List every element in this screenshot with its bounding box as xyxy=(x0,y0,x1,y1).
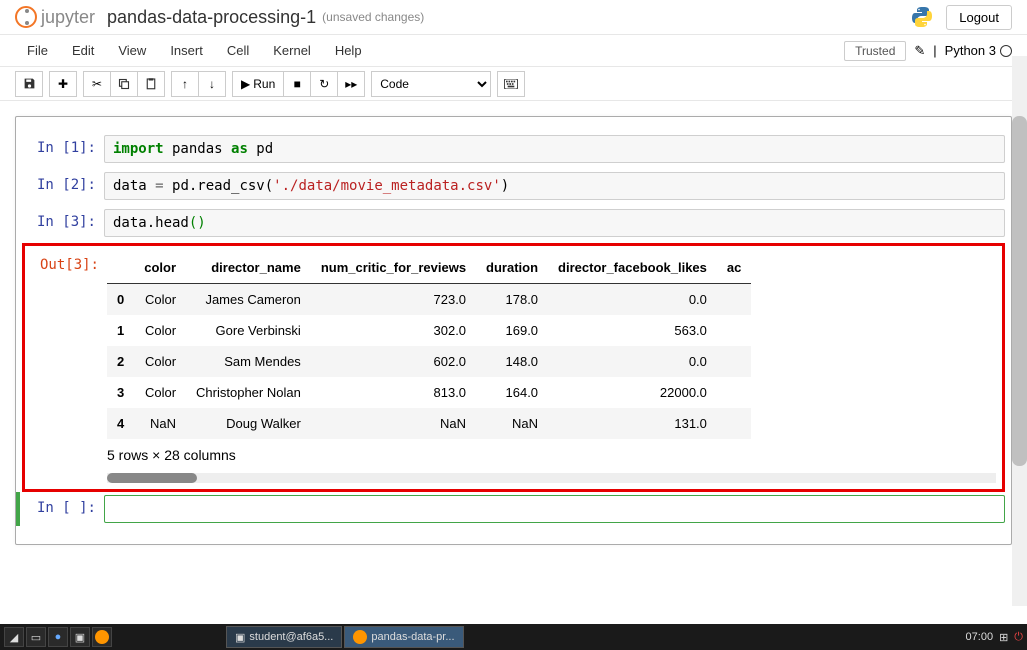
code-input[interactable]: import pandas as pd xyxy=(104,135,1005,163)
table-header: duration xyxy=(476,252,548,284)
code-input[interactable]: data = pd.read_csv('./data/movie_metadat… xyxy=(104,172,1005,200)
table-row: 2ColorSam Mendes602.0148.00.0 xyxy=(107,346,751,377)
kernel-status-icon xyxy=(1000,45,1012,57)
taskbar-globe-icon[interactable]: ● xyxy=(48,627,68,647)
menu-file[interactable]: File xyxy=(15,37,60,64)
notebook-title[interactable]: pandas-data-processing-1 xyxy=(107,7,316,28)
jupyter-logo-text: jupyter xyxy=(41,7,95,28)
os-taskbar: ◢ ▭ ● ▣ ▣ student@af6a5... pandas-data-p… xyxy=(0,624,1027,650)
dataframe-scroll[interactable]: color director_name num_critic_for_revie… xyxy=(107,252,996,439)
run-button[interactable]: ▶ Run xyxy=(232,71,284,97)
menu-cell[interactable]: Cell xyxy=(215,37,261,64)
table-row: 3ColorChristopher Nolan813.0164.022000.0 xyxy=(107,377,751,408)
notebook-header: jupyter pandas-data-processing-1 (unsave… xyxy=(0,0,1027,35)
table-header: color xyxy=(134,252,186,284)
menu-kernel[interactable]: Kernel xyxy=(261,37,323,64)
toolbar: ✚ ✂ ↑ ↓ ▶ Run ■ ↻ ▸▸ Code xyxy=(0,67,1027,101)
paste-button[interactable] xyxy=(137,71,165,97)
copy-button[interactable] xyxy=(110,71,138,97)
menubar: File Edit View Insert Cell Kernel Help T… xyxy=(0,35,1027,67)
taskbar-firefox-icon[interactable] xyxy=(92,627,112,647)
input-prompt: In [ ]: xyxy=(22,495,104,523)
save-button[interactable] xyxy=(15,71,43,97)
table-header-row: color director_name num_critic_for_revie… xyxy=(107,252,751,284)
output-prompt: Out[3]: xyxy=(25,252,107,483)
taskbar-tray-icon[interactable]: ⊞ xyxy=(999,631,1008,644)
code-cell-selected[interactable]: In [ ]: xyxy=(16,492,1011,526)
horizontal-scrollbar[interactable] xyxy=(107,473,996,483)
scrollbar-thumb[interactable] xyxy=(107,473,197,483)
taskbar-desktop-icon[interactable]: ▭ xyxy=(26,627,46,647)
logout-button[interactable]: Logout xyxy=(946,5,1012,30)
vertical-scrollbar[interactable] xyxy=(1012,56,1027,606)
kernel-indicator[interactable]: Python 3 xyxy=(945,43,1012,58)
taskbar-menu-icon[interactable]: ◢ xyxy=(4,627,24,647)
input-prompt: In [1]: xyxy=(22,135,104,163)
jupyter-icon xyxy=(15,6,37,28)
input-prompt: In [2]: xyxy=(22,172,104,200)
taskbar-power-icon[interactable]: ⏻ xyxy=(1014,631,1023,644)
code-cell[interactable]: In [3]: data.head() xyxy=(16,206,1011,240)
save-status: (unsaved changes) xyxy=(322,10,424,24)
taskbar-clock: 07:00 xyxy=(966,631,994,643)
table-header: director_name xyxy=(186,252,311,284)
code-input[interactable] xyxy=(104,495,1005,523)
output-highlighted: Out[3]: color director_name num_critic_f… xyxy=(22,243,1005,492)
table-row: 4NaNDoug WalkerNaNNaN131.0 xyxy=(107,408,751,439)
command-palette-button[interactable] xyxy=(497,71,525,97)
move-up-button[interactable]: ↑ xyxy=(171,71,199,97)
taskbar-terminal-app[interactable]: ▣ student@af6a5... xyxy=(226,626,342,648)
table-header: ac xyxy=(717,252,751,284)
dataframe-summary: 5 rows × 28 columns xyxy=(107,439,996,471)
kernel-name: Python 3 xyxy=(945,43,996,58)
taskbar-browser-app[interactable]: pandas-data-pr... xyxy=(344,626,463,648)
dataframe-output: color director_name num_critic_for_revie… xyxy=(107,252,996,483)
restart-run-all-button[interactable]: ▸▸ xyxy=(337,71,365,97)
menu-help[interactable]: Help xyxy=(323,37,374,64)
code-cell[interactable]: In [2]: data = pd.read_csv('./data/movie… xyxy=(16,169,1011,203)
add-cell-button[interactable]: ✚ xyxy=(49,71,77,97)
edit-mode-icon[interactable]: ✎ xyxy=(914,43,925,59)
table-header: num_critic_for_reviews xyxy=(311,252,476,284)
scrollbar-thumb[interactable] xyxy=(1012,116,1027,466)
table-row: 0ColorJames Cameron723.0178.00.0 xyxy=(107,284,751,316)
menu-view[interactable]: View xyxy=(106,37,158,64)
jupyter-logo[interactable]: jupyter xyxy=(15,6,95,28)
input-prompt: In [3]: xyxy=(22,209,104,237)
trusted-indicator[interactable]: Trusted xyxy=(844,41,906,61)
cut-button[interactable]: ✂ xyxy=(83,71,111,97)
table-header xyxy=(107,252,134,284)
menu-insert[interactable]: Insert xyxy=(158,37,215,64)
table-row: 1ColorGore Verbinski302.0169.0563.0 xyxy=(107,315,751,346)
menu-edit[interactable]: Edit xyxy=(60,37,106,64)
interrupt-button[interactable]: ■ xyxy=(283,71,311,97)
cell-type-select[interactable]: Code xyxy=(371,71,491,97)
restart-button[interactable]: ↻ xyxy=(310,71,338,97)
divider: | xyxy=(933,43,936,58)
table-header: director_facebook_likes xyxy=(548,252,717,284)
notebook-container: In [1]: import pandas as pd In [2]: data… xyxy=(0,101,1027,624)
code-input[interactable]: data.head() xyxy=(104,209,1005,237)
move-down-button[interactable]: ↓ xyxy=(198,71,226,97)
code-cell[interactable]: In [1]: import pandas as pd xyxy=(16,132,1011,166)
python-icon xyxy=(910,5,934,29)
dataframe-table: color director_name num_critic_for_revie… xyxy=(107,252,751,439)
taskbar-windows-icon[interactable]: ▣ xyxy=(70,627,90,647)
